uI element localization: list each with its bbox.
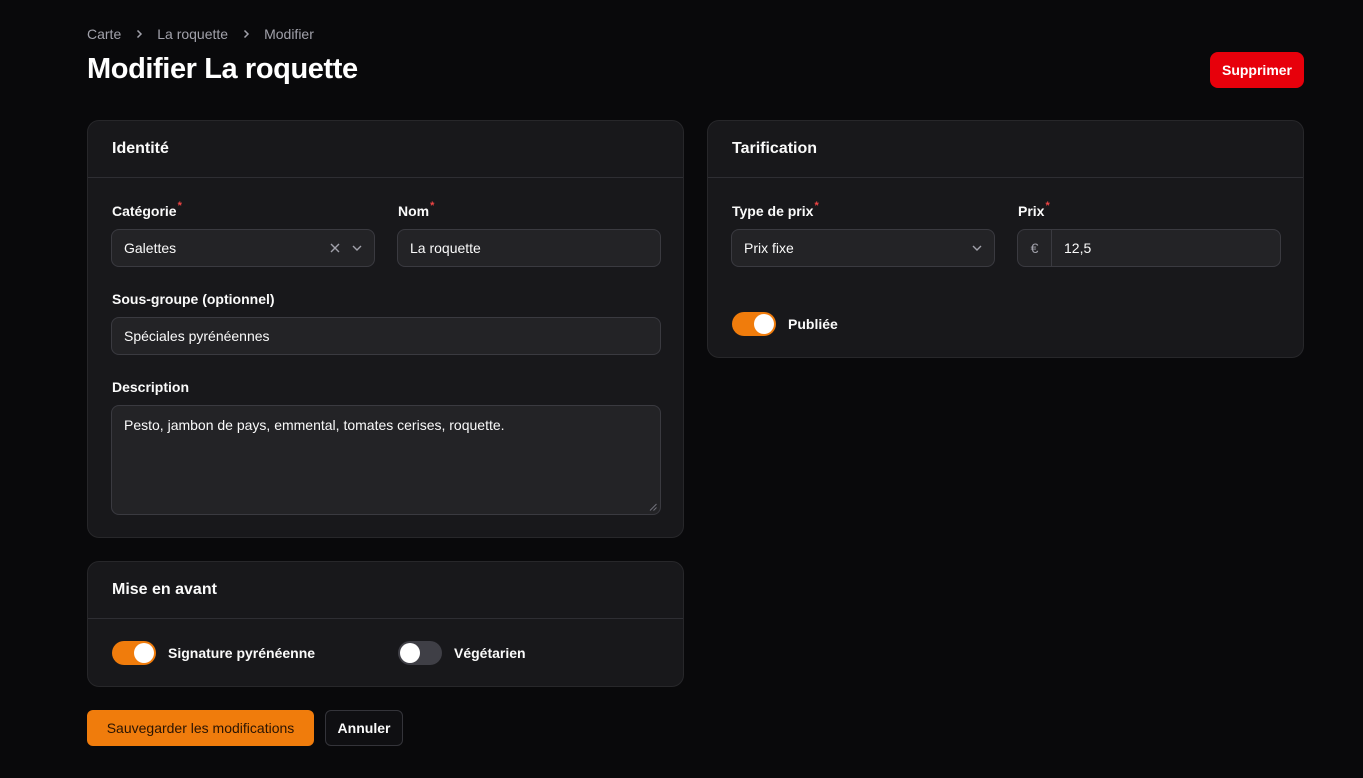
identite-card: Identité Catégorie* Galettes Nom* La roq… xyxy=(87,120,684,538)
chevron-right-icon xyxy=(228,28,264,40)
type-prix-label-text: Type de prix xyxy=(732,203,814,219)
required-marker: * xyxy=(177,200,182,212)
required-marker: * xyxy=(430,200,435,212)
nom-input[interactable]: La roquette xyxy=(397,229,661,267)
chevron-down-icon[interactable] xyxy=(970,241,984,255)
breadcrumb-item-carte[interactable]: Carte xyxy=(87,26,121,42)
mise-en-avant-card: Mise en avant Signature pyrénéenne Végét… xyxy=(87,561,684,687)
signature-label: Signature pyrénéenne xyxy=(168,645,316,661)
delete-button[interactable]: Supprimer xyxy=(1210,52,1304,88)
signature-toggle[interactable] xyxy=(112,641,156,665)
nom-label-text: Nom xyxy=(398,203,430,219)
vegetarien-row: Végétarien xyxy=(398,641,526,665)
page-title: Modifier La roquette xyxy=(87,53,358,85)
toggle-knob xyxy=(754,314,774,334)
categorie-label-text: Catégorie xyxy=(112,203,177,219)
publiee-label: Publiée xyxy=(788,316,838,332)
resize-handle-icon[interactable] xyxy=(649,503,657,511)
prix-input-value: 12,5 xyxy=(1064,240,1092,256)
description-textarea[interactable]: Pesto, jambon de pays, emmental, tomates… xyxy=(111,405,661,515)
prix-input[interactable]: € 12,5 xyxy=(1017,229,1281,267)
nom-input-value: La roquette xyxy=(410,240,481,256)
description-label: Description xyxy=(112,379,190,395)
vegetarien-toggle[interactable] xyxy=(398,641,442,665)
edit-page: Carte La roquette Modifier Modifier La r… xyxy=(87,0,1304,778)
type-prix-label: Type de prix* xyxy=(732,200,819,219)
signature-row: Signature pyrénéenne xyxy=(112,641,315,665)
breadcrumb: Carte La roquette Modifier xyxy=(87,26,314,42)
breadcrumb-item-modifier: Modifier xyxy=(264,26,314,42)
cancel-button[interactable]: Annuler xyxy=(325,710,403,746)
nom-label: Nom* xyxy=(398,200,435,219)
type-prix-select-value: Prix fixe xyxy=(744,240,794,256)
prix-label: Prix* xyxy=(1018,200,1050,219)
tarification-card-title: Tarification xyxy=(708,121,1303,178)
clear-icon[interactable] xyxy=(328,241,342,255)
sousgroupe-input[interactable]: Spéciales pyrénéennes xyxy=(111,317,661,355)
vegetarien-label: Végétarien xyxy=(454,645,526,661)
publiee-toggle[interactable] xyxy=(732,312,776,336)
categorie-label: Catégorie* xyxy=(112,200,182,219)
save-button[interactable]: Sauvegarder les modifications xyxy=(87,710,314,746)
chevron-down-icon[interactable] xyxy=(350,241,364,255)
toggle-knob xyxy=(400,643,420,663)
publiee-row: Publiée xyxy=(732,312,838,336)
euro-icon: € xyxy=(1018,230,1052,266)
identite-card-title: Identité xyxy=(88,121,683,178)
required-marker: * xyxy=(1045,200,1050,212)
type-prix-select[interactable]: Prix fixe xyxy=(731,229,995,267)
sousgroupe-label: Sous-groupe (optionnel) xyxy=(112,291,275,307)
required-marker: * xyxy=(814,200,819,212)
breadcrumb-item-la-roquette[interactable]: La roquette xyxy=(157,26,228,42)
description-textarea-value: Pesto, jambon de pays, emmental, tomates… xyxy=(124,417,505,433)
categorie-select-value: Galettes xyxy=(124,240,177,256)
mise-en-avant-card-title: Mise en avant xyxy=(88,562,683,619)
toggle-knob xyxy=(134,643,154,663)
categorie-select[interactable]: Galettes xyxy=(111,229,375,267)
prix-label-text: Prix xyxy=(1018,203,1045,219)
tarification-card: Tarification Type de prix* Prix fixe Pri… xyxy=(707,120,1304,358)
chevron-right-icon xyxy=(121,28,157,40)
sousgroupe-input-value: Spéciales pyrénéennes xyxy=(124,328,270,344)
